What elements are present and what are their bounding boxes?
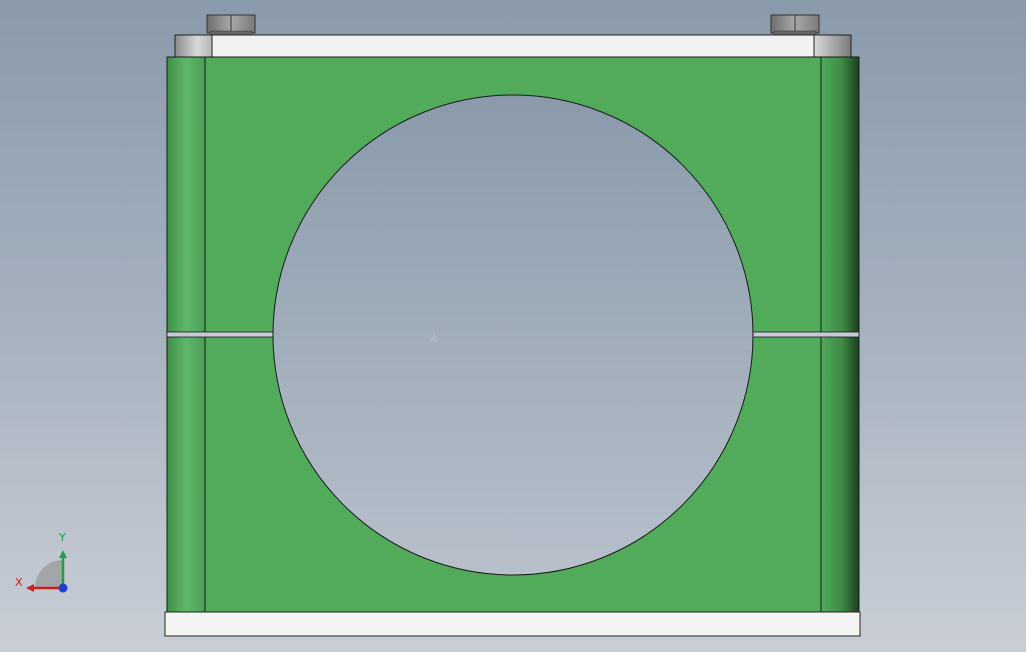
right-bolt-nut[interactable] — [770, 14, 820, 36]
bottom-base-plate[interactable] — [164, 611, 861, 637]
top-cover-plate[interactable] — [174, 34, 852, 58]
left-bolt-nut[interactable] — [206, 14, 256, 36]
3d-viewport[interactable]: Â X Y — [0, 0, 1026, 652]
clamp-body[interactable] — [166, 56, 860, 613]
watermark-text: Â — [430, 334, 454, 345]
y-axis-label: Y — [59, 531, 66, 544]
pipe-bore — [272, 94, 754, 576]
model-scene[interactable] — [0, 0, 1026, 652]
coordinate-triad — [26, 550, 68, 593]
x-axis-label: X — [15, 576, 23, 589]
